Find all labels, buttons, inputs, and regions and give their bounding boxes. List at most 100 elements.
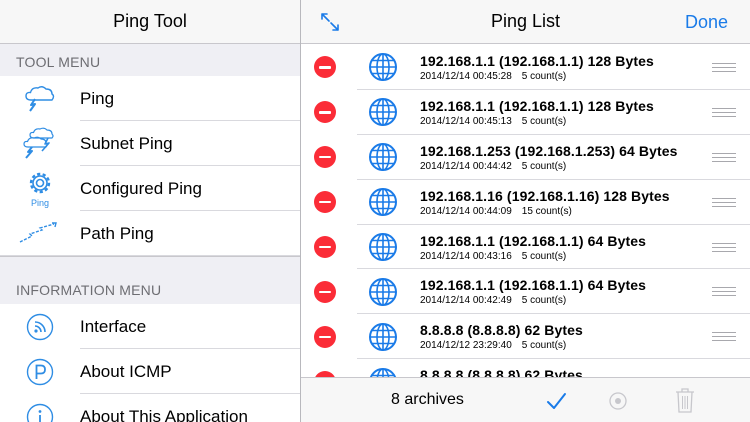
ping-list-row[interactable]: 192.168.1.1 (192.168.1.1) 64 Bytes 2014/1… — [301, 225, 750, 270]
ping-date: 2014/12/14 00:44:42 — [420, 160, 512, 172]
ping-count: 5 count(s) — [521, 250, 567, 262]
globe-icon — [369, 367, 397, 377]
bottom-toolbar: 8 archives — [301, 377, 750, 422]
target-icon[interactable] — [608, 391, 628, 411]
globe-icon — [369, 188, 397, 217]
ping-target-title: 192.168.1.1 (192.168.1.1) 64 Bytes — [420, 277, 647, 294]
menu-item-label: Interface — [80, 316, 147, 336]
trash-icon[interactable] — [675, 387, 695, 413]
ping-list-row[interactable]: 192.168.1.1 (192.168.1.1) 128 Bytes 2014/… — [301, 90, 750, 135]
menu-item-about-icmp[interactable]: About ICMP — [0, 349, 300, 394]
globe-icon — [369, 233, 397, 261]
row-text: 8.8.8.8 (8.8.8.8) 62 Bytes — [420, 367, 712, 377]
delete-icon[interactable] — [314, 146, 336, 169]
row-text: 192.168.1.1 (192.168.1.1) 64 Bytes 2014/1… — [420, 277, 712, 306]
menu-item-path-ping[interactable]: Path Ping — [0, 211, 300, 256]
globe-icon — [369, 277, 397, 306]
delete-icon[interactable] — [314, 325, 336, 348]
ping-list-row[interactable]: 192.168.1.1 (192.168.1.1) 64 Bytes 2014/1… — [301, 269, 750, 315]
row-text: 192.168.1.1 (192.168.1.1) 128 Bytes 2014/… — [420, 98, 712, 127]
p-circle-icon — [0, 349, 80, 394]
delete-icon[interactable] — [314, 191, 336, 214]
ping-count: 5 count(s) — [521, 160, 567, 172]
archives-count: 8 archives — [391, 391, 464, 408]
reorder-handle-icon[interactable] — [712, 240, 736, 255]
ping-target-title: 192.168.1.16 (192.168.1.16) 128 Bytes — [420, 187, 670, 204]
menu-item-label: About ICMP — [80, 361, 172, 381]
reorder-handle-icon[interactable] — [712, 150, 736, 165]
ping-target-title: 8.8.8.8 (8.8.8.8) 62 Bytes — [420, 367, 583, 377]
ping-target-title: 8.8.8.8 (8.8.8.8) 62 Bytes — [420, 322, 583, 339]
menu-item-label: Ping — [80, 88, 115, 108]
ping-list-row[interactable]: 8.8.8.8 (8.8.8.8) 62 Bytes — [301, 359, 750, 377]
ping-details: 2014/12/14 00:45:13 5 count(s) — [420, 116, 712, 127]
ping-count: 15 count(s) — [521, 205, 572, 217]
path-lightning-icon — [0, 211, 80, 256]
information-menu-header: INFORMATION MENU — [0, 256, 300, 304]
delete-icon[interactable] — [314, 101, 336, 124]
menu-item-ping[interactable]: Ping — [0, 76, 300, 121]
row-text: 192.168.1.1 (192.168.1.1) 128 Bytes 2014/… — [420, 53, 712, 82]
globe-icon — [369, 143, 397, 172]
ping-details: 2014/12/12 23:29:40 5 count(s) — [420, 340, 712, 351]
menu-item-configured-ping[interactable]: Ping Configured Ping — [0, 166, 300, 211]
expand-icon[interactable] — [318, 10, 342, 34]
checkmark-icon[interactable] — [545, 390, 567, 412]
globe-icon — [369, 322, 397, 351]
ping-details: 2014/12/14 00:44:42 5 count(s) — [420, 161, 712, 172]
ping-target-title: 192.168.1.253 (192.168.1.253) 64 Bytes — [420, 142, 678, 159]
left-nav-title: Ping Tool — [113, 11, 187, 31]
ping-details: 2014/12/14 00:44:09 15 count(s) — [420, 206, 712, 217]
ping-target-title: 192.168.1.1 (192.168.1.1) 128 Bytes — [420, 52, 654, 69]
ping-count: 5 count(s) — [521, 340, 567, 352]
row-text: 192.168.1.253 (192.168.1.253) 64 Bytes 20… — [420, 143, 712, 172]
ping-list-row[interactable]: 192.168.1.253 (192.168.1.253) 64 Bytes 20… — [301, 135, 750, 180]
ping-details: 2014/12/14 00:45:28 5 count(s) — [420, 71, 712, 82]
ping-details: 2014/12/14 00:43:16 5 count(s) — [420, 251, 712, 262]
menu-item-label: Path Ping — [80, 223, 154, 243]
row-text: 192.168.1.1 (192.168.1.1) 64 Bytes 2014/1… — [420, 233, 712, 262]
double-cloud-lightning-icon — [0, 121, 80, 166]
reorder-handle-icon[interactable] — [712, 329, 736, 344]
menu-item-about-application[interactable]: About This Application — [0, 394, 300, 422]
reorder-handle-icon[interactable] — [712, 105, 736, 120]
reorder-handle-icon[interactable] — [712, 195, 736, 210]
globe-icon — [369, 98, 397, 127]
tool-menu-header: TOOL MENU — [0, 44, 300, 76]
ping-list-row[interactable]: 192.168.1.16 (192.168.1.16) 128 Bytes 201… — [301, 180, 750, 225]
reorder-handle-icon[interactable] — [712, 60, 736, 75]
wifi-interface-icon — [0, 304, 80, 349]
ping-target-title: 192.168.1.1 (192.168.1.1) 128 Bytes — [420, 97, 654, 114]
ping-list-row[interactable]: 192.168.1.1 (192.168.1.1) 128 Bytes 2014/… — [301, 45, 750, 90]
ping-list[interactable]: 192.168.1.1 (192.168.1.1) 128 Bytes 2014/… — [301, 45, 750, 377]
right-nav-title: Ping List — [490, 11, 561, 31]
ping-date: 2014/12/14 00:44:09 — [420, 205, 512, 217]
ping-details: 2014/12/14 00:42:49 5 count(s) — [420, 295, 712, 306]
ping-date: 2014/12/14 00:45:28 — [420, 70, 512, 82]
delete-icon[interactable] — [314, 236, 336, 258]
ping-target-title: 192.168.1.1 (192.168.1.1) 64 Bytes — [420, 232, 647, 249]
ping-date: 2014/12/14 00:43:16 — [420, 250, 512, 262]
reorder-handle-icon[interactable] — [712, 284, 736, 299]
delete-icon[interactable] — [314, 280, 336, 303]
row-text: 192.168.1.16 (192.168.1.16) 128 Bytes 201… — [420, 188, 712, 217]
ping-date: 2014/12/14 00:45:13 — [420, 115, 512, 127]
menu-item-label: Subnet Ping — [80, 133, 173, 153]
menu-item-label: Configured Ping — [80, 178, 202, 198]
menu-item-subnet-ping[interactable]: Subnet Ping — [0, 121, 300, 166]
ping-date: 2014/12/14 00:42:49 — [420, 295, 512, 307]
globe-icon — [369, 53, 397, 82]
ping-count: 5 count(s) — [521, 115, 567, 127]
menu-item-label: About This Application — [80, 406, 248, 422]
ping-list-pane: Ping List Done 192.168.1.1 (192.168.1.1)… — [301, 0, 750, 422]
delete-icon[interactable] — [314, 56, 336, 79]
menu-item-interface[interactable]: Interface — [0, 304, 300, 349]
menu-pane: Ping Tool TOOL MENU Ping Subnet Ping Pin… — [0, 0, 300, 422]
right-navigation-bar: Ping List Done — [301, 0, 750, 44]
done-button[interactable]: Done — [685, 12, 728, 33]
ping-list-row[interactable]: 8.8.8.8 (8.8.8.8) 62 Bytes 2014/12/12 23:… — [301, 314, 750, 360]
ping-count: 5 count(s) — [521, 295, 567, 307]
gear-ping-icon: Ping — [0, 166, 80, 211]
ping-date: 2014/12/12 23:29:40 — [420, 340, 512, 352]
cloud-lightning-icon — [0, 76, 80, 121]
